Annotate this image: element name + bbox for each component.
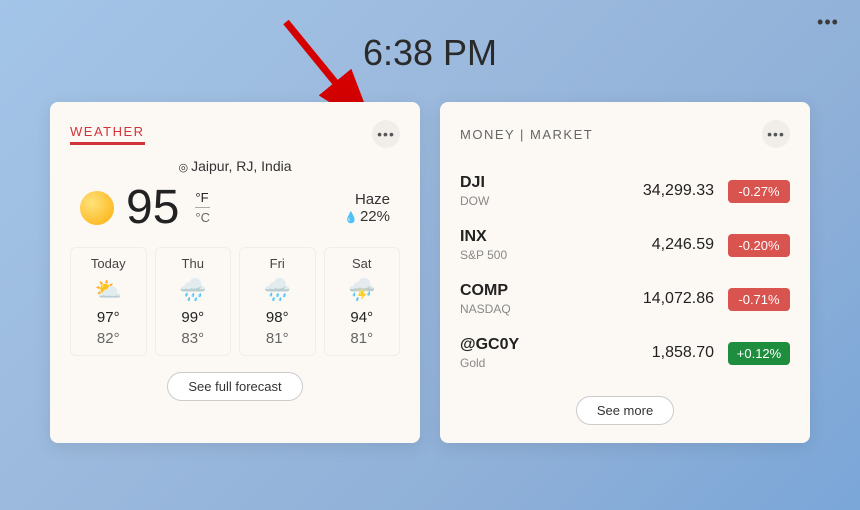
low-temp: 82° [75,330,142,347]
ticker-row[interactable]: @GC0Y Gold1,858.70+0.12% [460,326,790,380]
panel-more-button[interactable]: ••• [814,8,842,36]
see-full-forecast-button[interactable]: See full forecast [167,372,302,401]
day-name: Sat [329,256,396,271]
weather-icon: 🌧️ [160,277,227,303]
ticker-price: 34,299.33 [489,182,728,200]
ticker-price: 1,858.70 [519,344,728,362]
low-temp: 83° [160,330,227,347]
ticker-price: 14,072.86 [511,290,728,308]
sun-icon [80,191,114,225]
weather-widget: WEATHER ••• Jaipur, RJ, India 95 °F °C H… [50,102,420,443]
weather-icon: 🌧️ [244,277,311,303]
ticker-change: +0.12% [728,342,790,365]
day-name: Thu [160,256,227,271]
unit-c[interactable]: °C [195,210,210,225]
ticker-row[interactable]: INX S&P 5004,246.59-0.20% [460,218,790,272]
day-name: Today [75,256,142,271]
low-temp: 81° [329,330,396,347]
ticker-symbol: DJI [460,174,489,192]
ticker-symbol: INX [460,228,507,246]
forecast-day[interactable]: Thu 🌧️ 99° 83° [155,247,232,356]
condition: Haze [344,191,390,208]
forecast-day[interactable]: Today ⛅ 97° 82° [70,247,147,356]
see-more-button[interactable]: See more [576,396,674,425]
high-temp: 97° [75,309,142,326]
ticker-change: -0.20% [728,234,790,257]
ticker-list: DJIDOW34,299.33-0.27%INXS&P 5004,246.59-… [460,164,790,380]
ticker-change: -0.27% [728,180,790,203]
high-temp: 98° [244,309,311,326]
humidity: 22% [344,208,390,225]
clock: 6:38 PM [0,0,860,74]
ticker-symbol: COMP [460,282,511,300]
weather-icon: ⛈️ [329,277,396,303]
weather-title[interactable]: WEATHER [70,124,145,145]
ticker-change: -0.71% [728,288,790,311]
ticker-row[interactable]: DJI DOW34,299.33-0.27% [460,164,790,218]
money-title[interactable]: MONEY | MARKET [460,127,593,142]
day-name: Fri [244,256,311,271]
forecast-day[interactable]: Sat ⛈️ 94° 81° [324,247,401,356]
weather-location[interactable]: Jaipur, RJ, India [70,158,400,174]
low-temp: 81° [244,330,311,347]
ticker-subtitle: NASDAQ [460,302,511,316]
unit-f[interactable]: °F [195,190,210,208]
weather-more-button[interactable]: ••• [372,120,400,148]
weather-icon: ⛅ [75,277,142,303]
high-temp: 94° [329,309,396,326]
forecast-day[interactable]: Fri 🌧️ 98° 81° [239,247,316,356]
high-temp: 99° [160,309,227,326]
current-temp: 95 [126,180,179,235]
money-more-button[interactable]: ••• [762,120,790,148]
money-widget: MONEY | MARKET ••• DJI DOW34,299.33-0.27%… [440,102,810,443]
ticker-symbol: @GC0Y [460,336,519,354]
ticker-row[interactable]: COMP NASDAQ14,072.86-0.71% [460,272,790,326]
ticker-subtitle: S&P 500 [460,248,507,262]
ticker-subtitle: DOW [460,194,489,208]
ticker-subtitle: Gold [460,356,519,370]
ticker-price: 4,246.59 [507,236,728,254]
forecast-row: Today ⛅ 97° 82° Thu 🌧️ 99° 83° Fri 🌧️ 98° 81° Sat ⛈️ 9… [70,247,400,356]
